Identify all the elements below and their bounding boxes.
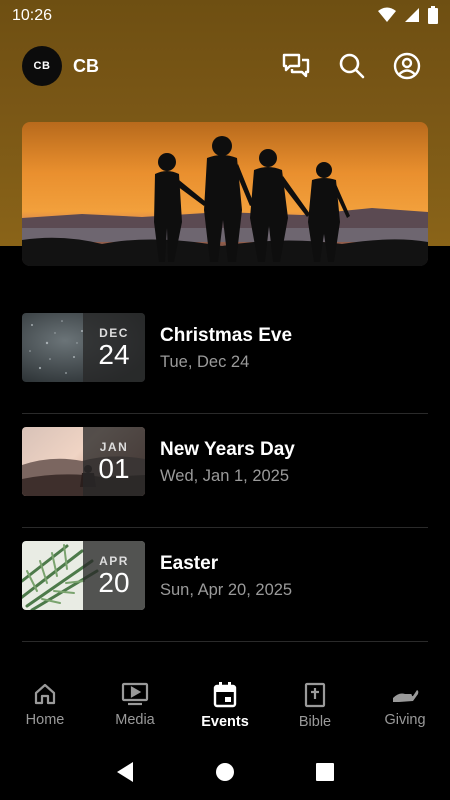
app-bar: CB CB: [0, 36, 450, 96]
nav-label: Media: [115, 712, 155, 728]
event-title: Easter: [160, 553, 219, 574]
calendar-icon: [213, 682, 237, 708]
home-circle-icon[interactable]: [215, 762, 235, 782]
nav-label: Bible: [298, 714, 332, 730]
event-thumbnail: JAN 01: [22, 427, 145, 496]
home-icon: [34, 683, 56, 705]
app-title: CB: [73, 56, 99, 76]
system-navigation-bar: [0, 744, 450, 800]
event-item-new-years-day[interactable]: JAN 01 New Years Day Wed, Jan 1, 2025: [22, 414, 428, 528]
date-badge: APR 20: [83, 541, 145, 610]
nav-label: Giving: [384, 712, 426, 728]
event-month: DEC: [99, 325, 129, 340]
date-badge: JAN 01: [83, 427, 145, 496]
chat-icon: [282, 53, 310, 78]
event-day: 01: [98, 452, 130, 484]
nav-label: Events: [201, 714, 249, 730]
event-date: Sun, Apr 20, 2025: [160, 581, 293, 599]
church-logo[interactable]: CB: [22, 46, 62, 86]
event-item-christmas-eve[interactable]: DEC 24 Christmas Eve Tue, Dec 24: [22, 300, 428, 414]
status-time: 10:26: [12, 7, 53, 24]
date-badge: DEC 24: [83, 313, 145, 382]
battery-icon: [428, 6, 438, 24]
media-icon: [121, 682, 149, 706]
bible-icon: [304, 682, 326, 708]
family-sunset-image: [22, 122, 428, 266]
event-date: Wed, Jan 1, 2025: [160, 467, 290, 485]
event-day: 24: [98, 338, 130, 370]
giving-icon: [393, 690, 419, 702]
nav-events[interactable]: Events: [180, 672, 270, 744]
event-thumbnail: APR 20: [22, 541, 145, 610]
status-bar: 10:26: [0, 0, 450, 32]
event-title: Christmas Eve: [160, 325, 293, 346]
recents-icon[interactable]: [315, 762, 335, 782]
bottom-navigation: Home Media Events Bible Giving: [0, 672, 450, 744]
back-icon[interactable]: [115, 761, 135, 783]
event-date: Tue, Dec 24: [160, 353, 250, 371]
status-icons: [378, 6, 438, 24]
hero-banner[interactable]: [22, 122, 428, 266]
event-month: APR: [99, 553, 129, 568]
nav-label: Home: [25, 712, 65, 728]
account-icon: [393, 52, 421, 80]
event-thumbnail: DEC 24: [22, 313, 145, 382]
search-button[interactable]: [336, 50, 368, 82]
chat-button[interactable]: [280, 50, 312, 82]
wifi-icon: [378, 7, 396, 22]
search-icon: [339, 53, 365, 79]
event-item-easter[interactable]: APR 20 Easter Sun, Apr 20, 2025: [22, 528, 428, 642]
nav-giving[interactable]: Giving: [360, 672, 450, 744]
event-day: 20: [98, 566, 130, 598]
nav-media[interactable]: Media: [90, 672, 180, 744]
nav-bible[interactable]: Bible: [270, 672, 360, 744]
events-list: DEC 24 Christmas Eve Tue, Dec 24 JAN 01 …: [22, 300, 428, 642]
event-month: JAN: [99, 439, 129, 454]
profile-button[interactable]: [391, 50, 423, 82]
signal-icon: [405, 8, 419, 22]
nav-home[interactable]: Home: [0, 672, 90, 744]
event-title: New Years Day: [160, 439, 295, 460]
